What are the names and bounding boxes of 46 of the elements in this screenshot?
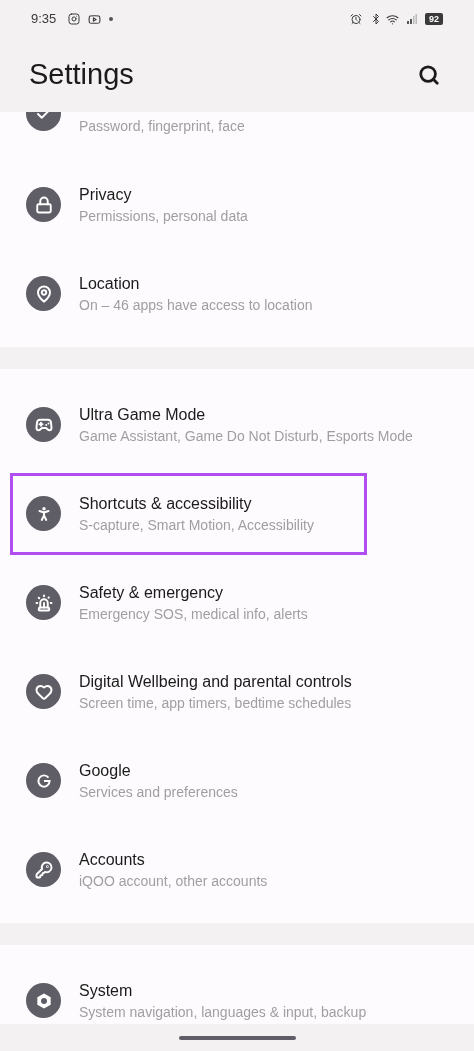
signal-icon — [407, 14, 417, 24]
item-title: Shortcuts & accessibility — [79, 493, 253, 514]
item-subtitle: iQOO account, other accounts — [79, 871, 268, 890]
accessibility-icon — [26, 496, 61, 531]
item-subtitle: Game Assistant, Game Do Not Disturb, Esports Mode — [79, 426, 413, 445]
settings-item[interactable]: Privacy Permissions, personal data — [10, 163, 367, 246]
item-title: Ultra Game Mode — [79, 404, 207, 425]
item-subtitle: Screen time, app timers, bedtime schedules — [79, 693, 352, 712]
item-title: Accounts — [79, 849, 146, 870]
item-title: Digital Wellbeing and parental controls — [79, 671, 352, 692]
item-title: Privacy — [79, 184, 133, 205]
location-pin-icon — [26, 276, 61, 311]
gamepad-icon — [26, 407, 61, 442]
item-subtitle: Emergency SOS, medical info, alerts — [79, 604, 308, 623]
battery-level: 92 — [425, 13, 443, 25]
item-title: System — [79, 980, 134, 1001]
settings-item[interactable]: Ultra Game Mode Game Assistant, Game Do Not Disturb, Esports Mode — [10, 383, 428, 466]
item-subtitle: S-capture, Smart Motion, Accessibility — [79, 515, 314, 534]
alarm-icon — [350, 13, 362, 25]
video-icon — [88, 12, 102, 26]
instagram-icon — [68, 13, 81, 25]
page-title: Settings — [29, 57, 134, 93]
wifi-icon — [386, 12, 399, 26]
bluetooth-icon — [370, 13, 382, 25]
settings-item[interactable]: Google Services and preferences — [10, 739, 367, 822]
settings-item[interactable]: Location On – 46 apps have access to location — [10, 252, 367, 335]
settings-item[interactable]: Safety & emergency Emergency SOS, medical info, alerts — [10, 561, 367, 644]
lock-icon — [26, 187, 61, 222]
gear-icon — [26, 983, 61, 1018]
settings-item[interactable]: System System navigation, languages & input, backup — [10, 959, 382, 1024]
highlighted-settings-item[interactable]: Shortcuts & accessibility S-capture, Smart Motion, Accessibility — [10, 472, 367, 555]
settings-item[interactable]: Digital Wellbeing and parental controls Screen time, app timers, bedtime schedules — [10, 650, 367, 733]
item-title: Location — [79, 273, 141, 294]
item-subtitle: Password, fingerprint, face — [79, 117, 245, 135]
item-subtitle: On – 46 apps have access to location — [79, 295, 313, 314]
home-indicator[interactable] — [178, 1035, 296, 1040]
siren-icon — [26, 585, 61, 620]
status-time: 9:35 — [31, 10, 57, 29]
item-title: Safety & emergency — [79, 582, 225, 603]
item-subtitle: Services and preferences — [79, 782, 238, 801]
key-icon — [26, 852, 61, 887]
google-icon — [26, 763, 61, 798]
item-subtitle: System navigation, languages & input, backup — [79, 1002, 367, 1021]
item-title: Google — [79, 760, 132, 781]
item-subtitle: Permissions, personal data — [79, 206, 248, 225]
settings-item[interactable]: Accounts iQOO account, other accounts — [10, 828, 367, 911]
